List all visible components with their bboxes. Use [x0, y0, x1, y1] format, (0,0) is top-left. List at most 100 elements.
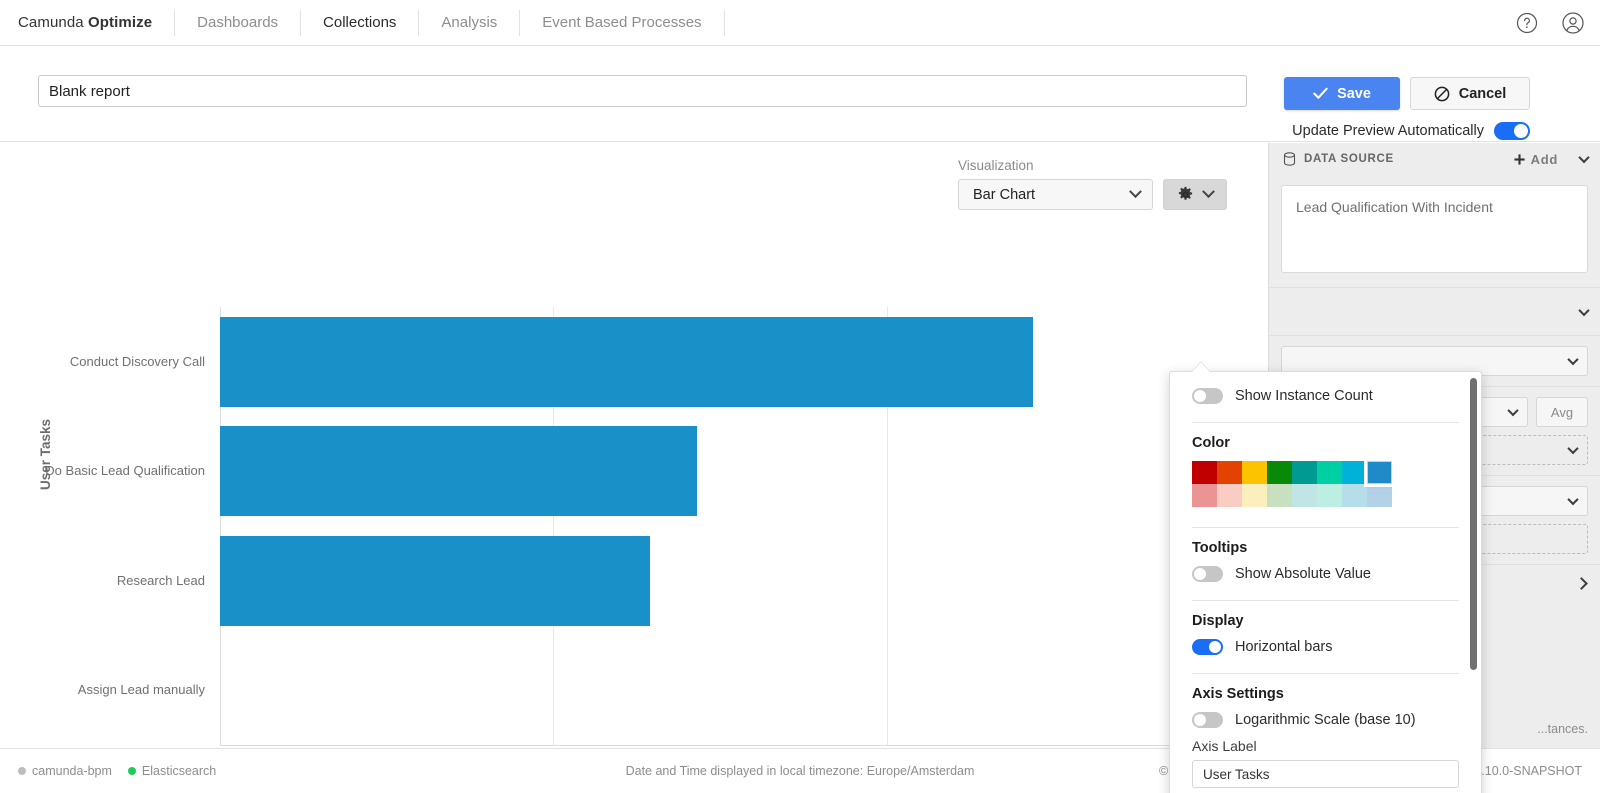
chart-bar[interactable]: [220, 426, 697, 517]
logarithmic-scale-row: Logarithmic Scale (base 10): [1192, 712, 1459, 728]
show-instance-count-toggle[interactable]: [1192, 388, 1223, 404]
report-title-input[interactable]: [38, 75, 1247, 107]
color-swatch[interactable]: [1192, 484, 1217, 507]
chevron-down-icon[interactable]: [1578, 304, 1590, 316]
report-header-actions: Save Cancel: [1284, 77, 1530, 110]
color-swatch[interactable]: [1242, 461, 1267, 484]
color-swatch[interactable]: [1217, 461, 1242, 484]
color-swatch[interactable]: [1342, 461, 1367, 484]
nav-divider: [418, 9, 420, 36]
visualization-row: Bar Chart: [958, 179, 1227, 210]
chart-settings-popover: Show Instance Count Color Tooltips Show …: [1169, 371, 1482, 793]
color-swatch[interactable]: [1267, 484, 1292, 507]
toggle-knob: [1194, 568, 1206, 580]
color-swatch-grid: [1192, 458, 1459, 507]
gear-icon: [1178, 186, 1193, 200]
chart-y-axis-title: User Tasks: [38, 418, 53, 490]
toggle-knob: [1194, 390, 1206, 402]
chart-bar[interactable]: [220, 316, 1034, 407]
brand-name: Optimize: [88, 14, 153, 31]
nav-item-collections[interactable]: Collections: [323, 14, 396, 31]
color-swatch[interactable]: [1267, 461, 1292, 484]
color-swatch[interactable]: [1192, 461, 1217, 484]
logarithmic-scale-label: Logarithmic Scale (base 10): [1235, 712, 1416, 728]
cancel-button[interactable]: Cancel: [1410, 77, 1530, 110]
show-instance-count-row: Show Instance Count: [1192, 388, 1459, 404]
brand-prefix: Camunda: [18, 14, 89, 31]
horizontal-bars-toggle[interactable]: [1192, 639, 1223, 655]
x-axis-label-input[interactable]: [1192, 760, 1459, 788]
color-swatch[interactable]: [1367, 484, 1392, 507]
chart-settings-button[interactable]: [1163, 179, 1227, 210]
chevron-right-icon: [1575, 577, 1588, 590]
sidebar-group-1: [1269, 288, 1600, 336]
visualization-select[interactable]: Bar Chart: [958, 179, 1153, 210]
user-circle-icon[interactable]: [1560, 10, 1586, 36]
horizontal-bars-row: Horizontal bars: [1192, 639, 1459, 655]
visualization-controls: Visualization Bar Chart: [958, 158, 1227, 210]
divider: [1192, 673, 1459, 674]
color-swatch[interactable]: [1317, 484, 1342, 507]
tooltips-heading: Tooltips: [1192, 540, 1248, 556]
collapse-data-source-icon[interactable]: [1578, 151, 1590, 164]
color-swatch-row: [1192, 458, 1459, 487]
save-button[interactable]: Save: [1284, 77, 1400, 110]
aggregation-avg-button[interactable]: Avg: [1536, 397, 1588, 427]
nav-divider: [723, 9, 725, 36]
display-heading: Display: [1192, 613, 1244, 629]
sidebar-instances-note: ...tances.: [1537, 722, 1588, 736]
popover-content: Show Instance Count Color Tooltips Show …: [1170, 388, 1481, 793]
chevron-down-icon: [1567, 353, 1579, 366]
color-swatch[interactable]: [1317, 461, 1342, 484]
color-swatch[interactable]: [1364, 458, 1395, 487]
nav-item-event-based-processes[interactable]: Event Based Processes: [542, 14, 701, 31]
nav-divider: [519, 9, 521, 36]
chart-bar[interactable]: [220, 535, 650, 626]
add-data-source-label: Add: [1530, 151, 1558, 167]
top-navigation-actions: [1514, 0, 1586, 46]
nav-item-dashboards[interactable]: Dashboards: [197, 14, 278, 31]
update-preview-label: Update Preview Automatically: [1292, 123, 1484, 139]
add-data-source-button[interactable]: Add: [1513, 152, 1558, 167]
save-button-label: Save: [1337, 85, 1371, 102]
show-instance-count-label: Show Instance Count: [1235, 388, 1373, 404]
toggle-knob: [1194, 714, 1206, 726]
show-absolute-value-row: Show Absolute Value: [1192, 566, 1459, 582]
cancel-button-label: Cancel: [1458, 85, 1507, 102]
show-absolute-value-label: Show Absolute Value: [1235, 566, 1371, 582]
help-circle-icon[interactable]: [1514, 10, 1540, 36]
ban-icon: [1434, 86, 1450, 101]
nav-item-analysis[interactable]: Analysis: [441, 14, 497, 31]
report-main-area: Visualization Bar Chart User Tasks User …: [0, 143, 1600, 793]
visualization-label: Visualization: [958, 158, 1034, 173]
chart-category-label: Conduct Discovery Call: [69, 353, 205, 369]
visualization-selected-value: Bar Chart: [973, 186, 1036, 203]
chart-category-label: Research Lead: [116, 572, 205, 588]
color-swatch-row: [1192, 484, 1459, 507]
update-preview-toggle[interactable]: [1494, 122, 1530, 140]
divider: [1192, 527, 1459, 528]
check-icon: [1313, 87, 1328, 99]
popover-scrollbar-thumb[interactable]: [1470, 378, 1477, 670]
app-brand[interactable]: Camunda Optimize: [18, 14, 152, 31]
chevron-down-icon: [1567, 493, 1579, 506]
chart-category-label: Do Basic Lead Qualification: [45, 463, 205, 479]
chevron-down-icon: [1129, 185, 1142, 199]
toggle-knob: [1514, 124, 1528, 138]
color-swatch[interactable]: [1292, 461, 1317, 484]
color-swatch[interactable]: [1217, 484, 1242, 507]
chevron-down-icon: [1507, 404, 1519, 417]
report-header: Displaying data from 357 instances. Save…: [0, 46, 1600, 178]
color-swatch[interactable]: [1292, 484, 1317, 507]
show-absolute-value-toggle[interactable]: [1192, 566, 1223, 582]
data-source-card[interactable]: Lead Qualification With Incident: [1281, 185, 1588, 273]
chart-category-label: Assign Lead manually: [77, 682, 205, 698]
logarithmic-scale-toggle[interactable]: [1192, 712, 1223, 728]
color-swatch[interactable]: [1242, 484, 1267, 507]
popover-arrow: [1192, 362, 1210, 372]
toggle-knob: [1209, 641, 1221, 653]
top-navigation-bar: Camunda Optimize Dashboards Collections …: [0, 0, 1600, 46]
color-swatch[interactable]: [1342, 484, 1367, 507]
nav-divider: [174, 9, 176, 36]
data-source-heading: DATA SOURCE: [1304, 153, 1394, 165]
